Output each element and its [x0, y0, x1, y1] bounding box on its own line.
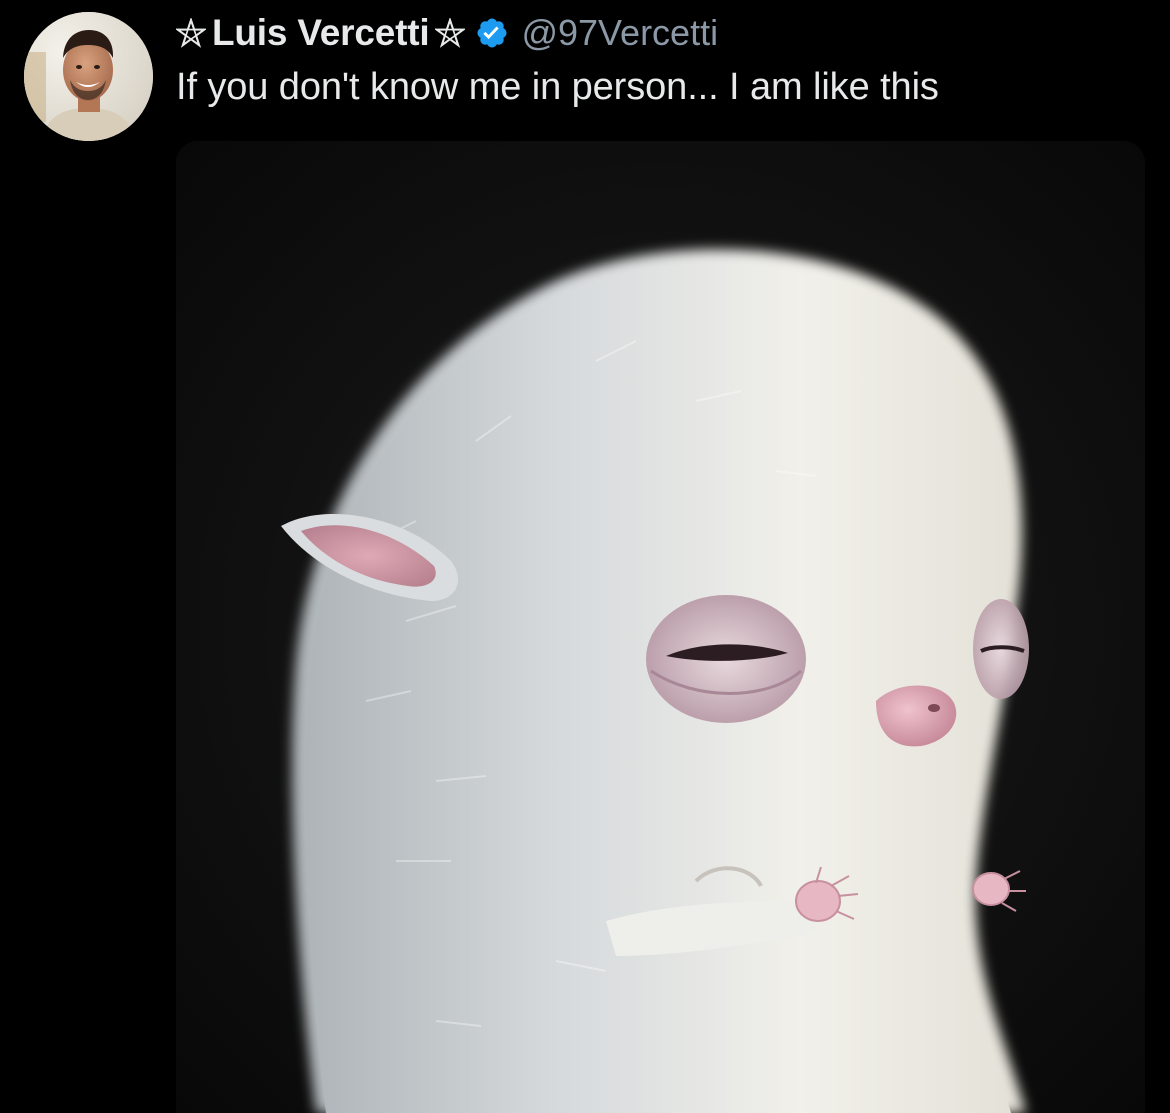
avatar[interactable] — [24, 12, 153, 141]
white-furry-creature-painting-icon — [176, 141, 1145, 1113]
pentagram-icon — [435, 18, 466, 48]
tweet-text: If you don't know me in person... I am l… — [176, 66, 939, 108]
avatar-photo-icon — [24, 12, 153, 141]
tweet: Luis Vercetti @97Vercetti If you don't k… — [0, 0, 1170, 1113]
tweet-header: Luis Vercetti @97Vercetti — [176, 8, 718, 58]
tweet-media[interactable] — [176, 141, 1145, 1113]
verified-badge-icon — [475, 16, 509, 50]
author-handle[interactable]: @97Vercetti — [521, 12, 718, 54]
pentagram-icon — [176, 18, 206, 48]
author-display-name[interactable]: Luis Vercetti — [212, 12, 430, 54]
